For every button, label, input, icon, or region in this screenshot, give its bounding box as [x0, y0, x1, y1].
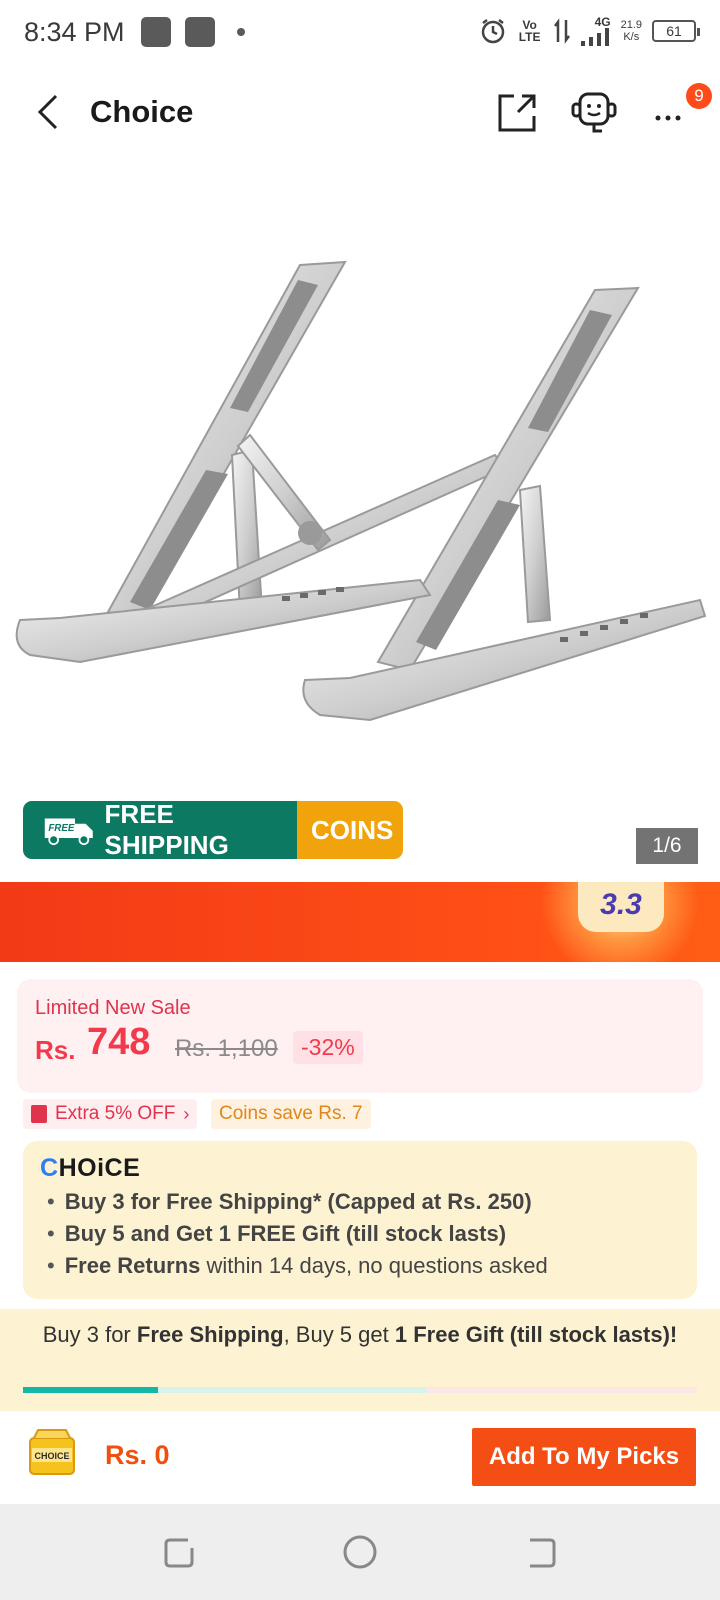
choice-cart-icon[interactable]: CHOICE — [24, 1428, 80, 1480]
coins-save-tag: Coins save Rs. 7 — [211, 1099, 371, 1129]
benefit-bold: Buy 5 and Get 1 FREE Gift (till stock la… — [64, 1221, 507, 1246]
system-nav-bar — [0, 1504, 720, 1600]
customer-service-icon[interactable] — [568, 86, 620, 138]
status-time: 8:34 PM — [24, 16, 125, 47]
notification-badge: 9 — [686, 83, 712, 109]
bundle-progress-segment — [157, 1387, 428, 1393]
free-shipping-text: FREE SHIPPING — [104, 801, 229, 859]
bottom-action-bar: CHOICE Rs. 0 Add To My Picks — [0, 1412, 720, 1504]
back-arrow-icon[interactable] — [28, 90, 72, 134]
chevron-right-icon: › — [183, 1104, 190, 1124]
benefit-free-gift: Buy 5 and Get 1 FREE Gift (till stock la… — [47, 1221, 506, 1247]
free-shipping-label: FREE FREE SHIPPING — [23, 801, 297, 859]
free-shipping-coins-banner: FREE FREE SHIPPING COINS — [23, 801, 403, 859]
choice-logo: CHOiCE — [40, 1154, 140, 1183]
choice-logo-rest: HOiCE — [58, 1154, 141, 1182]
bundle-progress-segment — [427, 1387, 697, 1393]
benefit-free-shipping: Buy 3 for Free Shipping* (Capped at Rs. … — [47, 1189, 532, 1215]
product-image[interactable] — [0, 150, 720, 790]
choice-logo-c: C — [40, 1154, 59, 1182]
benefit-free-returns: Free Returns within 14 days, no question… — [47, 1253, 548, 1279]
status-icons: Vo LTE 4G 21.9 K/s 61 — [479, 15, 700, 46]
coins-label: COINS — [297, 801, 403, 859]
net-speed-unit: K/s — [623, 31, 640, 43]
truck-free-label: FREE — [48, 823, 75, 834]
benefit-rest: within 14 days, no questions asked — [200, 1253, 548, 1278]
top-app-bar: Choice 9 — [0, 76, 720, 148]
page-title: Choice — [90, 94, 194, 129]
net-speed-value: 21.9 — [620, 19, 642, 31]
add-to-my-picks-button[interactable]: Add To My Picks — [472, 1428, 696, 1486]
net-speed: 21.9 K/s — [621, 19, 642, 43]
share-icon[interactable] — [492, 86, 544, 138]
signal-indicator: 4G — [580, 15, 611, 46]
image-pager: 1/6 — [636, 828, 698, 864]
picks-total: Rs. 0 — [105, 1440, 170, 1470]
more-notifications-icon — [236, 28, 245, 36]
bundle-progress-fill — [23, 1387, 158, 1393]
discount-badge: -32% — [293, 1031, 363, 1064]
bundle-text-bold: Free Shipping — [136, 1322, 284, 1347]
sale-label: Limited New Sale — [35, 997, 191, 1019]
signal-bars-icon — [580, 28, 609, 46]
bundle-text-part: , Buy 5 get — [283, 1322, 395, 1347]
event-badge: 3.3 — [578, 882, 664, 932]
notification-app-icon — [184, 17, 215, 47]
home-icon[interactable] — [340, 1532, 380, 1572]
notification-app-icon — [140, 17, 171, 47]
extra-off-text: Extra 5% OFF — [55, 1103, 176, 1124]
cart-choice-label: CHOICE — [34, 1451, 69, 1461]
price-currency: Rs. — [35, 1035, 76, 1065]
coupon-icon — [31, 1105, 47, 1123]
choice-benefits-box[interactable]: CHOiCE Buy 3 for Free Shipping* (Capped … — [23, 1141, 697, 1299]
original-price: Rs. 1,100 — [175, 1035, 278, 1062]
benefit-bold: Free Returns — [64, 1253, 201, 1278]
back-nav-icon[interactable] — [520, 1532, 560, 1572]
recent-apps-icon[interactable] — [160, 1532, 200, 1572]
bundle-offer-text: Buy 3 for Free Shipping, Buy 5 get 1 Fre… — [40, 1322, 680, 1347]
bundle-offer-strip: Buy 3 for Free Shipping, Buy 5 get 1 Fre… — [0, 1309, 720, 1411]
bundle-text-bold: 1 Free Gift (till stock lasts)! — [394, 1322, 678, 1347]
status-bar: 8:34 PM Vo LTE 4G 21.9 K/s 61 — [0, 0, 720, 64]
benefit-bold: Buy 3 for Free Shipping* (Capped at Rs. … — [64, 1189, 532, 1214]
sale-price: 748 — [87, 1021, 151, 1063]
volte-indicator: Vo LTE — [518, 18, 541, 44]
data-transfer-icon — [553, 18, 570, 44]
truck-icon: FREE — [44, 818, 93, 846]
price-card: Limited New Sale Rs. 748 Rs. 1,100 -32% — [17, 979, 703, 1093]
bundle-text-part: Buy 3 for — [42, 1322, 137, 1347]
alarm-icon — [481, 19, 504, 44]
battery-icon: 61 — [652, 20, 700, 42]
extra-off-tag[interactable]: Extra 5% OFF › — [23, 1099, 198, 1129]
network-type: 4G — [594, 15, 611, 29]
bundle-progress-bar — [23, 1387, 697, 1393]
